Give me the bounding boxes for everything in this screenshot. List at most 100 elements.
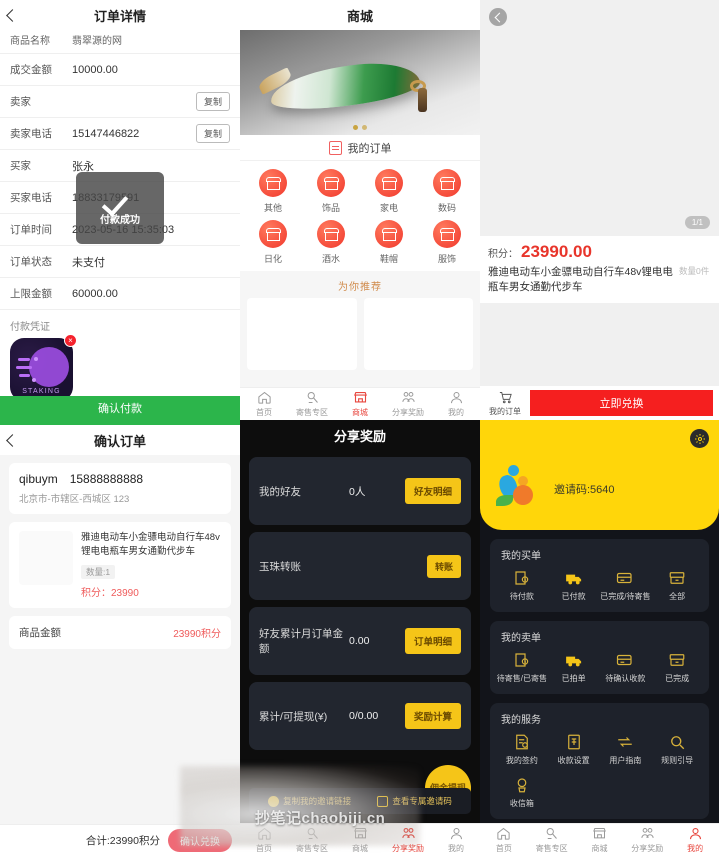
category-label: 服饰 — [437, 254, 456, 264]
category-item[interactable]: 日化 — [244, 220, 302, 265]
sell-taken[interactable]: 已拍单 — [548, 651, 600, 684]
tab-consign[interactable]: 寄售专区 — [288, 826, 336, 854]
category-label: 饰品 — [321, 203, 340, 213]
tab-consign[interactable]: 寄售专区 — [528, 826, 576, 854]
share-links-row: 复制我的邀请链接 查看专属邀请码 — [249, 788, 471, 814]
copy-seller-button[interactable]: 复制 — [195, 92, 230, 111]
amount-card: 商品金额 23990积分 — [9, 615, 231, 649]
truck-icon — [565, 656, 581, 667]
redeem-now-button[interactable]: 立即兑换 — [530, 390, 713, 416]
voucher-thumbnail[interactable]: STAKING — [10, 338, 73, 401]
buy-pending-payment[interactable]: 待付款 — [496, 569, 548, 602]
row-label: 卖家 — [10, 96, 31, 108]
tab-mall[interactable]: 商城 — [576, 826, 624, 854]
category-item[interactable]: 服饰 — [418, 220, 476, 265]
sell-completed[interactable]: 已完成 — [651, 651, 703, 684]
tab-home[interactable]: 首页 — [240, 826, 288, 854]
product-card[interactable] — [247, 298, 357, 370]
category-item[interactable]: 饰品 — [302, 169, 360, 214]
category-item[interactable]: 家电 — [360, 169, 418, 214]
my-contract[interactable]: 我的签约 — [496, 733, 548, 766]
table-row: 上限金额 60000.00 — [0, 278, 240, 310]
transfer-button[interactable]: 转账 — [426, 554, 461, 578]
points-label: 积分： — [488, 249, 518, 260]
sell-confirm-receipt[interactable]: 待确认收款 — [600, 651, 652, 684]
tab-mall[interactable]: 商城 — [336, 826, 384, 854]
truck-icon — [565, 574, 581, 585]
tab-home[interactable]: 首页 — [240, 390, 288, 418]
product-card: 雅迪电动车小金骠电动自行车48v锂电电瓶车男女通勤代步车 数量:1 积分：239… — [9, 522, 231, 608]
voucher-remove-icon[interactable]: × — [64, 334, 77, 347]
sell-pending-consign[interactable]: 待寄售/已寄售 — [496, 651, 548, 684]
monthly-order-value: 0.00 — [349, 635, 370, 647]
address-card[interactable]: qibuym 15888888888 北京市-市辖区-西城区 123 — [9, 463, 231, 514]
row-label: 买家 — [10, 160, 31, 172]
buy-all[interactable]: 全部 — [651, 569, 703, 602]
consign-icon — [307, 392, 318, 403]
category-item[interactable]: 数码 — [418, 169, 476, 214]
shop-icon — [433, 169, 461, 197]
tab-profile[interactable]: 我的 — [432, 390, 480, 418]
user-icon — [689, 827, 701, 840]
section-title: 我的卖单 — [501, 633, 541, 644]
page-title: 订单详情 — [93, 8, 146, 24]
friend-detail-button[interactable]: 好友明细 — [404, 478, 461, 504]
reward-calc-button[interactable]: 奖励计算 — [404, 703, 461, 729]
buy-completed[interactable]: 已完成/待寄售 — [600, 569, 652, 602]
tab-mall[interactable]: 商城 — [336, 390, 384, 418]
pane-confirm-order: 确认订单 qibuym 15888888888 北京市-市辖区-西城区 123 … — [0, 420, 240, 856]
tab-share[interactable]: 分享奖励 — [384, 826, 432, 854]
view-invite-code-button[interactable]: 查看专属邀请码 — [377, 795, 452, 807]
order-list-icon — [328, 140, 342, 155]
card-edit-icon — [617, 654, 632, 666]
voucher-art-bar — [16, 366, 32, 369]
copy-invite-link-label: 复制我的邀请链接 — [283, 796, 352, 806]
category-item[interactable]: 其他 — [244, 169, 302, 214]
back-icon[interactable] — [8, 9, 20, 21]
payment-settings[interactable]: 收款设置 — [548, 733, 600, 766]
transfer-label: 玉珠转账 — [259, 560, 301, 573]
tab-profile[interactable]: 我的 — [671, 826, 719, 854]
jade-tassel-art — [418, 88, 427, 112]
user-guide[interactable]: 用户指南 — [600, 733, 652, 766]
my-orders-entry[interactable]: 我的订单 — [240, 135, 480, 161]
back-icon[interactable] — [489, 8, 507, 26]
services-section: 我的服务 我的签约 收款设置 用户指南 规则引导 收信箱 — [490, 703, 709, 819]
category-item[interactable]: 酒水 — [302, 220, 360, 265]
confirm-payment-button[interactable]: 确认付款 — [0, 396, 240, 420]
invite-code: 邀请码:5640 — [554, 484, 615, 496]
buy-paid[interactable]: 已付款 — [548, 569, 600, 602]
copy-seller-phone-button[interactable]: 复制 — [195, 124, 230, 143]
category-grid: 其他 饰品 家电 数码 日化 酒水 鞋帽 服饰 — [240, 161, 480, 271]
tab-consign[interactable]: 寄售专区 — [288, 390, 336, 418]
product-card[interactable] — [363, 298, 473, 370]
category-item[interactable]: 鞋帽 — [360, 220, 418, 265]
confirm-redeem-button[interactable]: 确认兑换 — [168, 829, 232, 852]
contract-icon — [516, 734, 528, 750]
rules-guide[interactable]: 规则引导 — [651, 733, 703, 766]
carousel-dot-active[interactable] — [353, 125, 358, 130]
mall-banner-carousel[interactable] — [240, 30, 480, 135]
table-row: 卖家电话 15147446822 复制 — [0, 118, 240, 150]
transfer-card: 玉珠转账 转账 — [249, 532, 471, 600]
tab-profile[interactable]: 我的 — [432, 826, 480, 854]
tab-share[interactable]: 分享奖励 — [384, 390, 432, 418]
box-icon — [669, 572, 685, 584]
sell-orders-section: 我的卖单 待寄售/已寄售 已拍单 待确认收款 已完成 — [490, 621, 709, 694]
guide-icon — [618, 737, 633, 747]
share-icon — [401, 392, 415, 402]
carousel-dot[interactable] — [362, 125, 367, 130]
my-orders-button[interactable]: 我的订单 — [486, 390, 524, 417]
box-icon — [669, 654, 685, 666]
row-label: 商品名称 — [10, 36, 50, 47]
tab-home[interactable]: 首页 — [480, 826, 528, 854]
settings-button[interactable] — [690, 429, 709, 448]
row-value: 翡翠源的网 — [72, 36, 122, 47]
mailbox[interactable]: 收信箱 — [496, 776, 548, 809]
copy-invite-link-button[interactable]: 复制我的邀请链接 — [268, 795, 351, 807]
tab-share[interactable]: 分享奖励 — [623, 826, 671, 854]
order-detail-button[interactable]: 订单明细 — [404, 628, 461, 654]
back-icon[interactable] — [8, 434, 20, 446]
page-title: 分享奖励 — [333, 428, 386, 444]
product-name: 雅迪电动车小金骠电动自行车48v锂电电瓶车男女通勤代步车 — [81, 532, 220, 558]
